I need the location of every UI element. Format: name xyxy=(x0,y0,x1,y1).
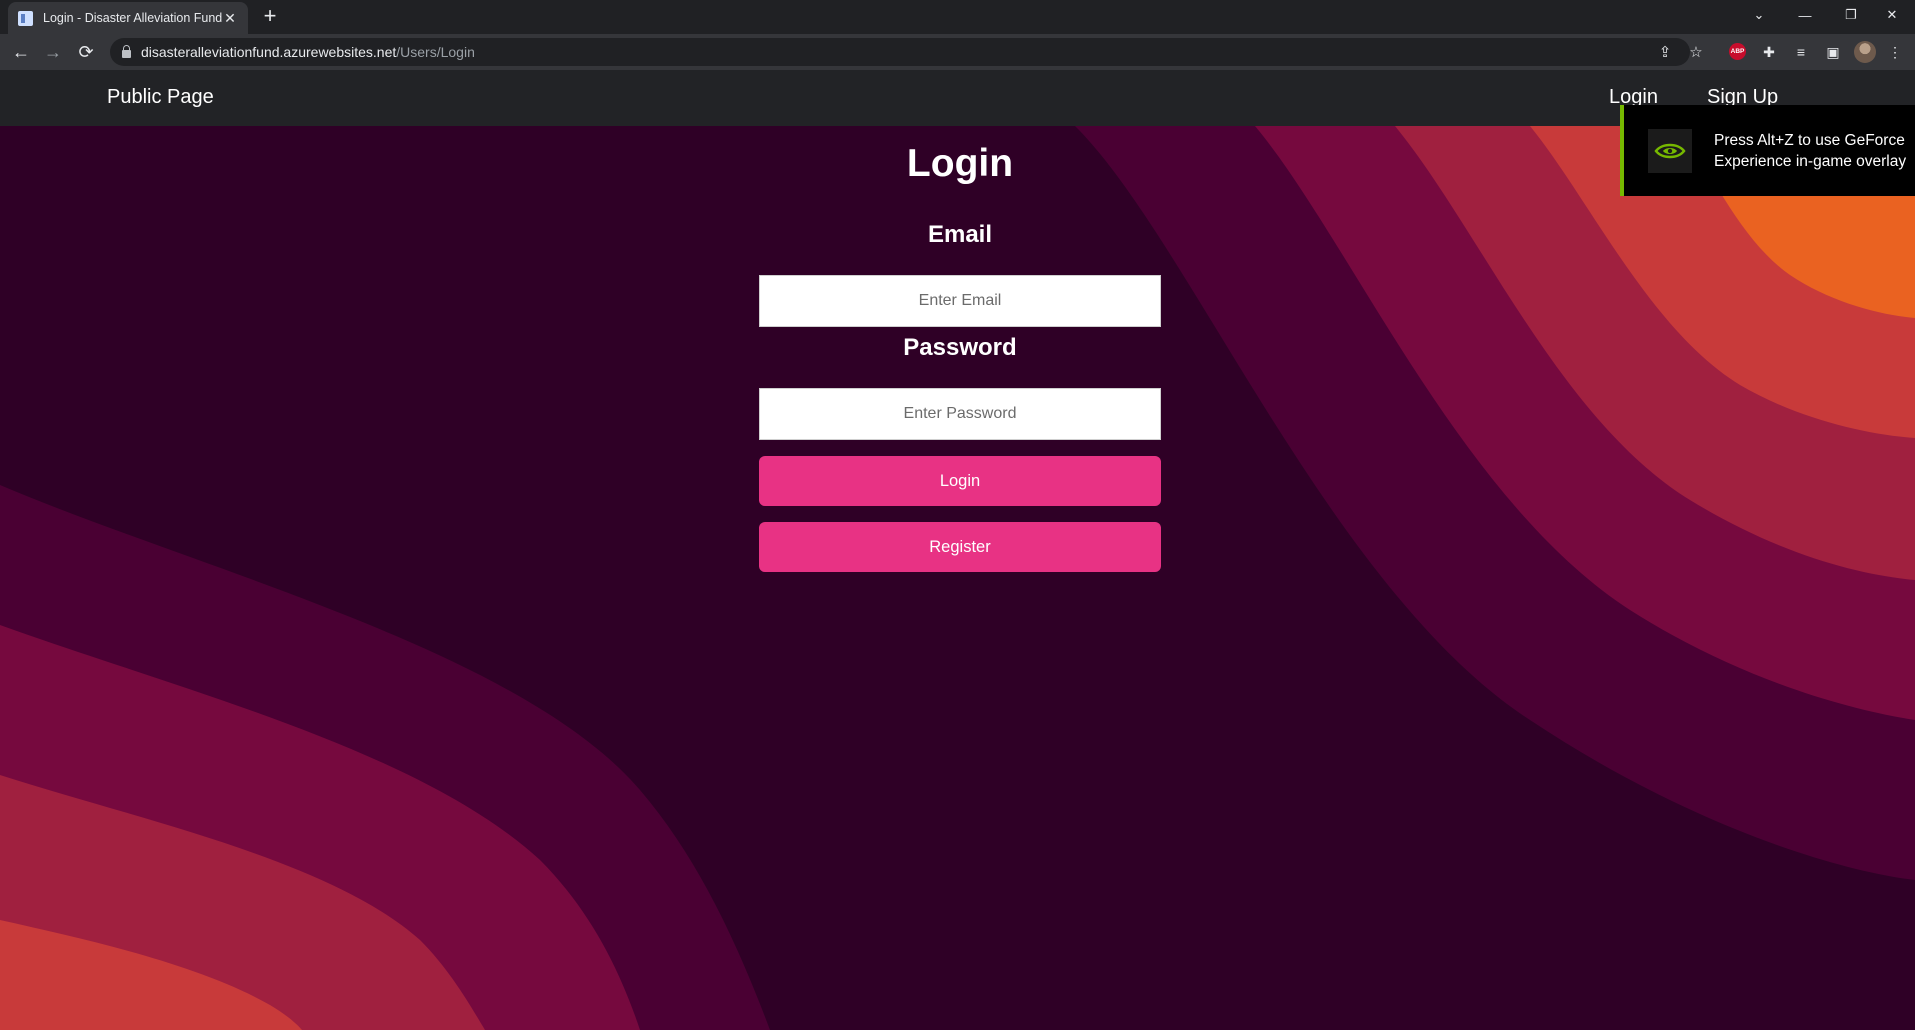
email-field[interactable] xyxy=(759,275,1161,327)
adblock-label: ABP xyxy=(1730,48,1745,55)
minimize-icon[interactable]: — xyxy=(1782,0,1828,30)
nvidia-logo-icon xyxy=(1648,128,1692,173)
tab-title: Login - Disaster Alleviation Fund xyxy=(43,11,222,25)
geforce-overlay-notification: Press Alt+Z to use GeForce Experience in… xyxy=(1620,105,1915,196)
extensions-puzzle-icon[interactable]: ✚ xyxy=(1759,42,1779,62)
brand-link[interactable]: Public Page xyxy=(107,86,214,109)
overlay-message: Press Alt+Z to use GeForce Experience in… xyxy=(1714,131,1907,170)
address-bar[interactable]: disasteralleviationfund.azurewebsites.ne… xyxy=(110,38,1703,66)
register-button[interactable]: Register xyxy=(759,522,1161,572)
adblock-extension-icon[interactable]: ABP xyxy=(1729,43,1746,60)
restore-icon[interactable]: ❐ xyxy=(1828,0,1874,30)
back-icon[interactable]: ← xyxy=(9,40,33,64)
password-label: Password xyxy=(903,334,1017,361)
tab-search-icon[interactable]: ⌄ xyxy=(1736,0,1782,30)
browser-menu-icon[interactable]: ⋮ xyxy=(1885,42,1905,62)
close-window-icon[interactable]: ✕ xyxy=(1869,0,1915,30)
login-button[interactable]: Login xyxy=(759,456,1161,506)
forward-icon[interactable]: → xyxy=(41,40,65,64)
profile-avatar[interactable] xyxy=(1854,41,1876,63)
login-page: Public Page Login Sign Up Login Email Pa… xyxy=(0,70,1915,1030)
browser-tab[interactable]: Login - Disaster Alleviation Fund ✕ xyxy=(8,2,248,34)
media-playlist-icon[interactable]: ≡ xyxy=(1791,42,1811,62)
share-icon[interactable]: ⇪ xyxy=(1655,42,1675,62)
nvidia-eye-icon xyxy=(1654,143,1686,158)
page-favicon-icon xyxy=(18,10,33,26)
close-tab-icon[interactable]: ✕ xyxy=(222,10,238,27)
new-tab-icon[interactable]: + xyxy=(258,4,282,28)
url-path: /Users/Login xyxy=(396,44,475,60)
password-field[interactable] xyxy=(759,388,1161,440)
lock-icon[interactable] xyxy=(122,45,131,58)
side-panel-icon[interactable]: ▣ xyxy=(1823,42,1843,62)
browser-toolbar: ← → ⟳ disasteralleviationfund.azurewebsi… xyxy=(0,34,1915,70)
bookmark-star-icon[interactable]: ☆ xyxy=(1686,42,1706,62)
reload-icon[interactable]: ⟳ xyxy=(74,40,98,64)
url-host: disasteralleviationfund.azurewebsites.ne… xyxy=(141,44,397,60)
email-label: Email xyxy=(927,221,993,248)
browser-tab-bar: Login - Disaster Alleviation Fund ✕ + ⌄ … xyxy=(0,0,1915,34)
